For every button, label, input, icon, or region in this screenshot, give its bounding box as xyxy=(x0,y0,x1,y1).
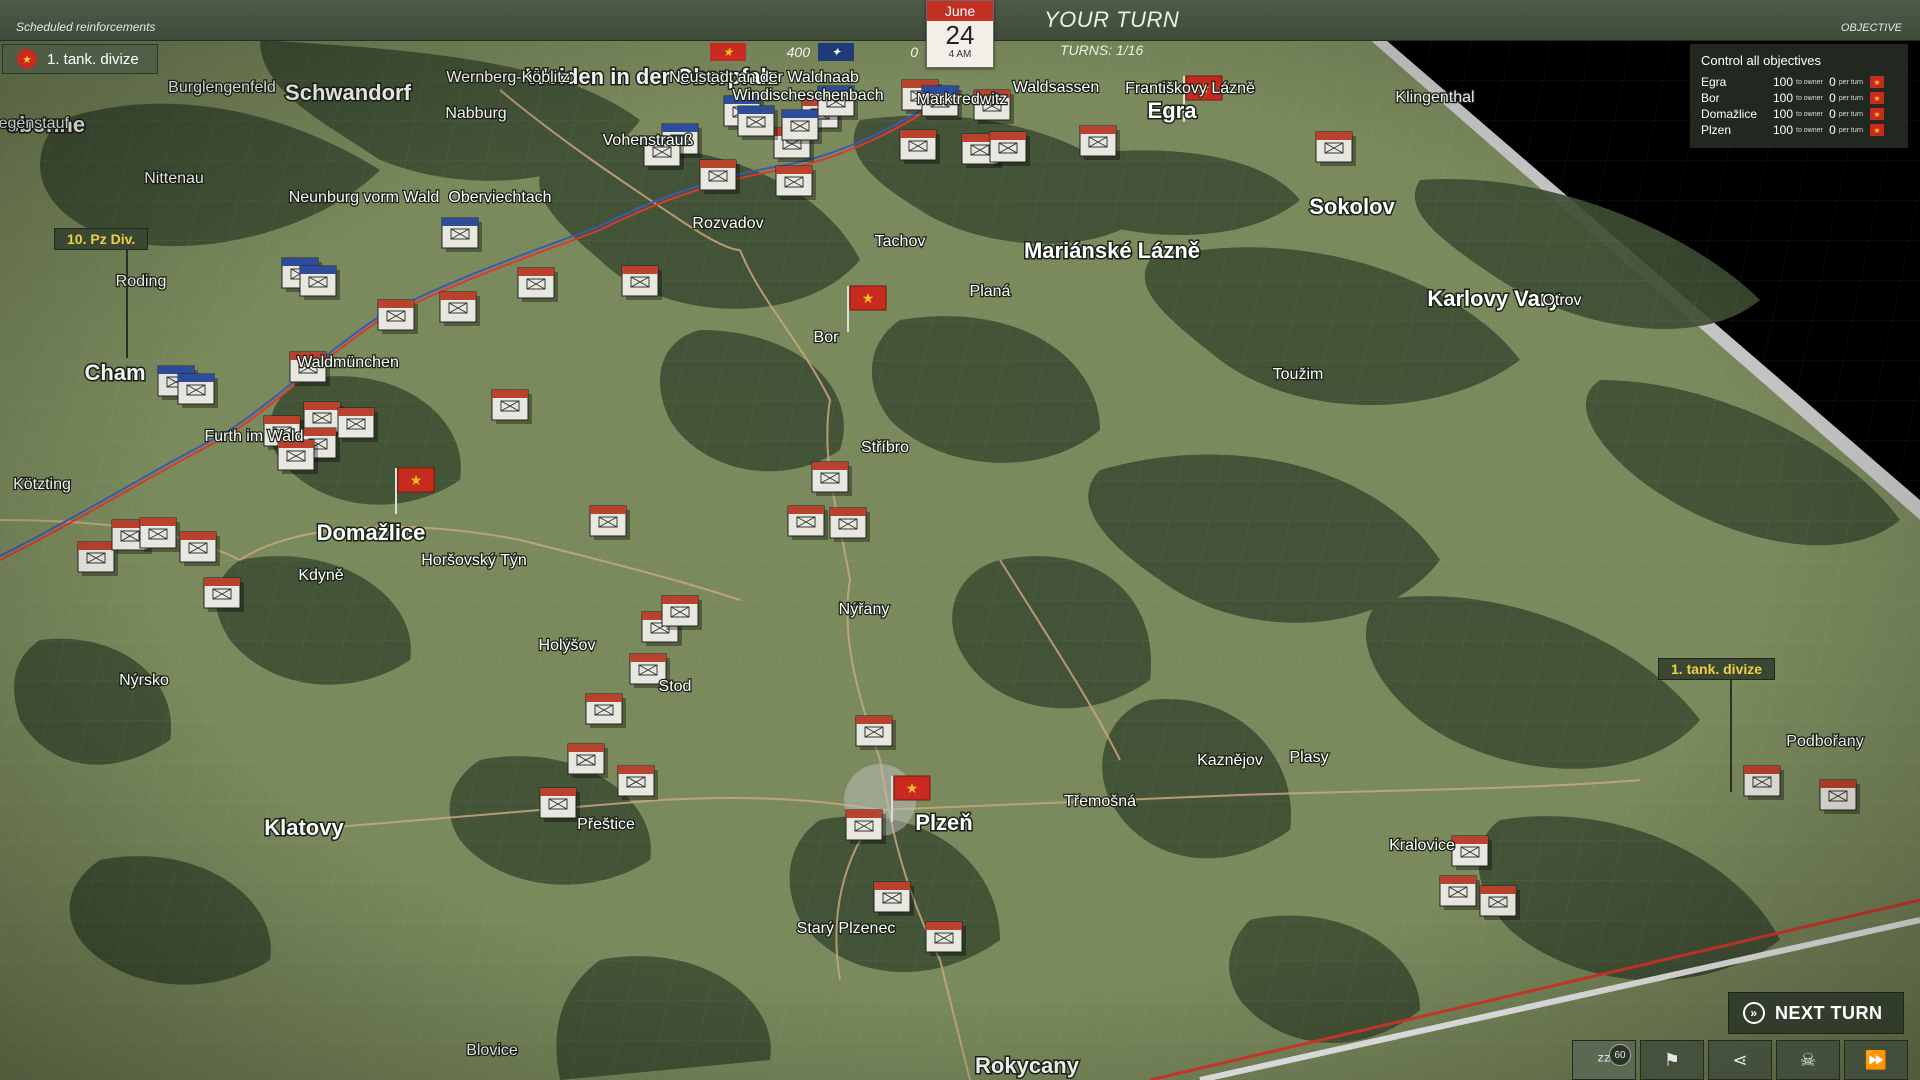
objective-name: Bor xyxy=(1701,91,1720,105)
fast-forward-icon: » xyxy=(1743,1002,1765,1024)
objective-row[interactable]: Plzen 100 to owner 0 per turn ★ xyxy=(1701,122,1897,138)
skull-button[interactable]: ☠ xyxy=(1776,1040,1840,1080)
date-calendar: June 24 4 AM xyxy=(926,0,994,68)
nato-flag-icon: ✦ xyxy=(818,43,854,61)
next-turn-label: NEXT TURN xyxy=(1775,1002,1883,1023)
turns-counter: TURNS: 1/16 xyxy=(1060,42,1144,58)
objective-per-turn: per turn xyxy=(1838,126,1863,134)
objective-value: 100 xyxy=(1772,91,1793,105)
date-time: 4 AM xyxy=(948,49,972,60)
your-turn-label: YOUR TURN xyxy=(1044,7,1180,32)
reinforcement-label: 1. tank. divize xyxy=(47,50,139,68)
objective-value: 100 xyxy=(1772,107,1793,121)
objective-flag-icon: ★ xyxy=(1869,92,1884,104)
objectives-panel: Control all objectives Egra 100 to owner 0 p… xyxy=(1690,44,1908,148)
date-day: 24 xyxy=(945,20,975,50)
next-turn-button[interactable]: » NEXT TURN xyxy=(1728,992,1904,1034)
soviet-flag-icon: ★ xyxy=(710,43,746,61)
fast-forward-icon: ⏩ xyxy=(1864,1049,1888,1070)
objective-owner-value: 0 xyxy=(1829,123,1836,137)
bottom-toolbar: ᶻᶻ 60 ⚑ ⋖ ☠ ⏩ xyxy=(1572,1040,1920,1080)
objective-per-turn: per turn xyxy=(1838,110,1863,118)
score-blue-value: 0 xyxy=(910,44,918,60)
objectives-title: Control all objectives xyxy=(1701,53,1821,68)
score-red: ★ 400 xyxy=(710,42,810,62)
division-pole xyxy=(1730,676,1732,792)
share-icon: ⋖ xyxy=(1732,1049,1748,1070)
soviet-division-icon: ★ xyxy=(17,49,37,69)
division-pole xyxy=(126,248,128,358)
objective-owner-label: to owner xyxy=(1796,94,1823,102)
objective-owner-value: 0 xyxy=(1829,75,1836,89)
sleep-count-badge: 60 xyxy=(1609,1044,1631,1066)
objective-flag-icon: ★ xyxy=(1869,108,1884,120)
scheduled-reinforcements-label: Scheduled reinforcements xyxy=(16,20,156,34)
objective-owner-value: 0 xyxy=(1829,91,1836,105)
objective-flag-icon: ★ xyxy=(1869,76,1884,88)
flag-button[interactable]: ⚑ xyxy=(1640,1040,1704,1080)
division-label-10-pz[interactable]: 10. Pz Div. xyxy=(54,228,149,250)
division-label-1-tank[interactable]: 1. tank. divize xyxy=(1658,658,1776,680)
objective-name: Egra xyxy=(1701,75,1727,89)
objective-value: 100 xyxy=(1772,75,1793,89)
flag-icon: ⚑ xyxy=(1663,1049,1681,1070)
sleep-units-button[interactable]: ᶻᶻ 60 xyxy=(1572,1040,1636,1080)
objective-row[interactable]: Bor 100 to owner 0 per turn ★ xyxy=(1701,90,1897,106)
objective-value: 100 xyxy=(1772,123,1793,137)
objective-per-turn: per turn xyxy=(1838,78,1863,86)
date-month: June xyxy=(927,1,993,21)
objective-per-turn: per turn xyxy=(1838,94,1863,102)
strategic-map[interactable]: ★★★★ SchwandorfWeiden in der OberpfalzEg… xyxy=(0,0,1920,1080)
score-blue: ✦ 0 xyxy=(818,42,918,62)
objective-owner-value: 0 xyxy=(1829,107,1836,121)
objective-owner-label: to owner xyxy=(1796,110,1823,118)
objective-label: OBJECTIVE xyxy=(1840,22,1902,34)
objective-name: Plzen xyxy=(1701,123,1732,137)
fast-forward-button[interactable]: ⏩ xyxy=(1844,1040,1908,1080)
objective-owner-label: to owner xyxy=(1796,126,1823,134)
objective-row[interactable]: Egra 100 to owner 0 per turn ★ xyxy=(1701,74,1897,90)
reinforcement-button[interactable]: ★ 1. tank. divize xyxy=(2,44,158,74)
objective-owner-label: to owner xyxy=(1796,78,1823,86)
vignette xyxy=(0,0,1920,1080)
objective-name: Domažlice xyxy=(1701,107,1758,121)
objective-flag-icon: ★ xyxy=(1869,124,1884,136)
score-red-value: 400 xyxy=(786,44,810,60)
skull-icon: ☠ xyxy=(1799,1049,1817,1070)
objective-row[interactable]: Domažlice 100 to owner 0 per turn ★ xyxy=(1701,106,1897,122)
share-button[interactable]: ⋖ xyxy=(1708,1040,1772,1080)
